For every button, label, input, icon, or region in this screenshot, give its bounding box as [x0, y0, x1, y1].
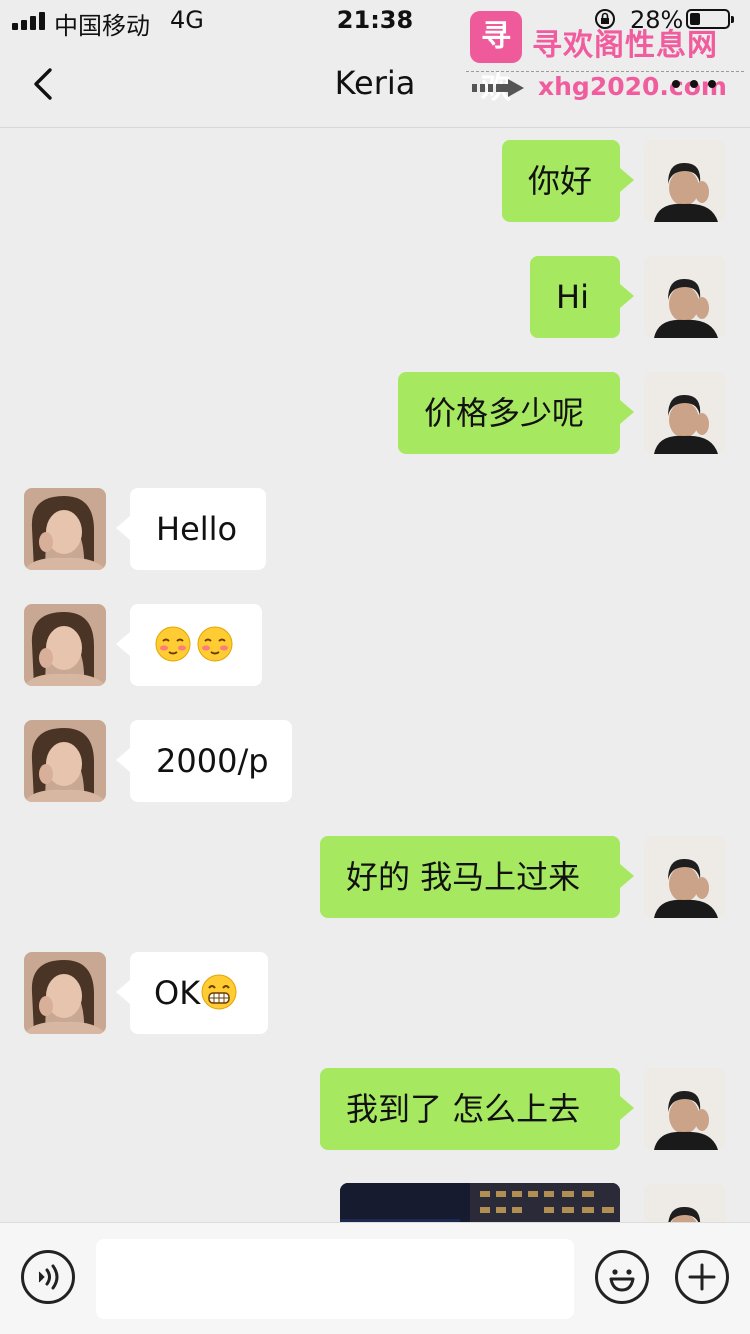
- image-message[interactable]: [340, 1183, 620, 1222]
- contact-avatar[interactable]: [24, 720, 106, 802]
- smiley-icon: [609, 1269, 635, 1292]
- contact-avatar[interactable]: [24, 952, 106, 1034]
- my-avatar[interactable]: [644, 256, 726, 338]
- message-bubble-received[interactable]: [116, 604, 262, 686]
- voice-icon: [38, 1264, 59, 1290]
- more-actions-button[interactable]: [675, 1250, 729, 1304]
- chat-nav-bar: Keria: [0, 40, 750, 128]
- my-avatar[interactable]: [644, 1068, 726, 1150]
- message-input[interactable]: [96, 1239, 574, 1319]
- message-bubble-sent[interactable]: 价格多少呢: [398, 372, 634, 454]
- chat-title: Keria: [334, 64, 416, 102]
- grinning-face-icon: [201, 974, 237, 1010]
- message-bubble-sent[interactable]: 你好: [502, 140, 634, 222]
- message-bubble-sent[interactable]: Hi: [530, 256, 634, 338]
- my-avatar[interactable]: [644, 1184, 726, 1222]
- voice-input-button[interactable]: [21, 1250, 75, 1304]
- message-bubble-received[interactable]: 2000/p: [116, 720, 292, 802]
- my-avatar[interactable]: [644, 372, 726, 454]
- message-text: OK: [154, 974, 201, 1012]
- contact-avatar[interactable]: [24, 604, 106, 686]
- message-bubble-received[interactable]: OK: [116, 952, 268, 1034]
- message-bubble-received[interactable]: Hello: [116, 488, 266, 570]
- contact-avatar[interactable]: [24, 488, 106, 570]
- message-bubble-sent[interactable]: 我到了 怎么上去: [320, 1068, 634, 1150]
- more-options-button[interactable]: [672, 80, 718, 90]
- message-list[interactable]: 你好 Hi 价格多少呢 Hello 2000/p 好的 我马上过来 OK 我到了…: [0, 128, 750, 1222]
- chat-input-bar: [0, 1222, 750, 1334]
- message-bubble-sent[interactable]: 好的 我马上过来: [320, 836, 634, 918]
- blushing-face-icon: [155, 626, 191, 662]
- my-avatar[interactable]: [644, 140, 726, 222]
- plus-icon: [688, 1263, 716, 1291]
- blushing-face-icon: [197, 626, 233, 662]
- emoji-button[interactable]: [595, 1250, 649, 1304]
- my-avatar[interactable]: [644, 836, 726, 918]
